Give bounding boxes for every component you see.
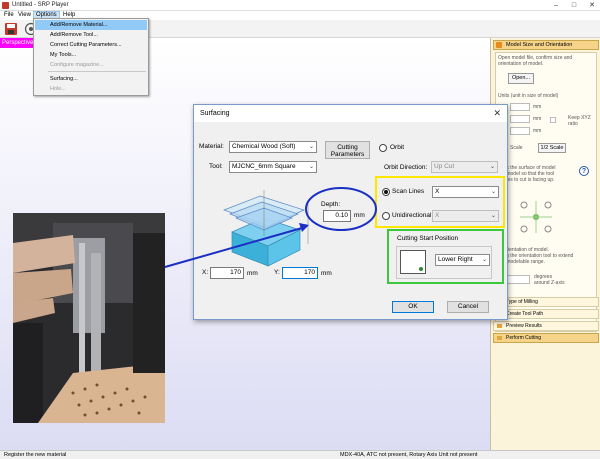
- menu-item-add-remove-tool[interactable]: Add/Remove Tool...: [35, 30, 147, 40]
- workpiece-diagram-icon: [223, 190, 309, 267]
- cancel-button[interactable]: Cancel: [447, 301, 489, 313]
- material-label: Material:: [199, 143, 224, 150]
- section-create-tool-path[interactable]: Create Tool Path: [493, 309, 599, 319]
- section-type-of-milling[interactable]: Type of Milling: [493, 297, 599, 307]
- menu-item-my-tools[interactable]: My Tools...: [35, 50, 147, 60]
- window-title: Untitled - SRP Player: [12, 2, 69, 8]
- menu-item-correct-cutting-parameters[interactable]: Correct Cutting Parameters...: [35, 40, 147, 50]
- close-icon[interactable]: ✕: [493, 109, 501, 118]
- size-z-field[interactable]: [510, 127, 530, 135]
- menu-file[interactable]: File: [2, 11, 16, 20]
- cutting-parameters-line-1: Cutting: [337, 144, 358, 151]
- orbit-direction-value: Up Cut: [434, 163, 455, 170]
- x-label: X:: [202, 269, 209, 276]
- menu-item-surfacing[interactable]: Surfacing...: [35, 74, 147, 84]
- y-unit: mm: [321, 270, 332, 277]
- open-button[interactable]: Open...: [508, 73, 534, 84]
- x-size-input[interactable]: 170: [210, 267, 244, 279]
- y-label: Y:: [274, 269, 280, 276]
- chevron-down-icon: ⌄: [308, 144, 314, 150]
- menu-item-hole[interactable]: Hole...: [35, 84, 147, 94]
- help-icon[interactable]: ?: [579, 166, 589, 176]
- depth-input[interactable]: 0.10: [323, 210, 351, 222]
- menu-view[interactable]: View: [16, 11, 33, 20]
- orbit-direction-select[interactable]: Up Cut ⌄: [431, 161, 498, 173]
- tool-value: MJCNC_6mm Square: [232, 163, 296, 170]
- minimize-icon[interactable]: –: [548, 0, 564, 11]
- orientation-tool-icon[interactable]: [516, 197, 556, 237]
- chevron-down-icon: ⌄: [308, 164, 314, 170]
- half-scale-button[interactable]: 1/2 Scale: [538, 143, 566, 153]
- material-value: Chemical Wood (Soft): [232, 143, 296, 150]
- save-icon[interactable]: [4, 22, 18, 36]
- model-size-header[interactable]: Model Size and Orientation: [493, 40, 599, 50]
- orbit-radio[interactable]: [379, 144, 387, 152]
- keep-ratio-checkbox[interactable]: [550, 117, 556, 123]
- section-perform-cutting[interactable]: Perform Cutting: [493, 333, 599, 343]
- app-icon: [2, 2, 9, 9]
- status-bar: Register the new material MDX-40A, ATC n…: [0, 450, 600, 459]
- cutting-start-highlight: [387, 229, 504, 284]
- orbit-direction-label: Orbit Direction:: [384, 164, 428, 171]
- depth-unit: mm: [354, 212, 365, 219]
- section-preview-results[interactable]: Preview Results: [493, 321, 599, 331]
- maximize-icon[interactable]: □: [566, 0, 582, 11]
- size-caption: Units (unit in size of model): [498, 93, 559, 99]
- menu-item-add-remove-material[interactable]: Add/Remove Material...: [35, 20, 147, 30]
- orbit-label: Orbit: [390, 144, 405, 151]
- depth-label: Depth:: [321, 201, 341, 208]
- intro-line-2: orientation of model.: [498, 61, 544, 67]
- chevron-down-icon: ⌄: [489, 164, 495, 170]
- status-right: MDX-40A, ATC not present, Rotary Axis Un…: [340, 452, 478, 458]
- material-select[interactable]: Chemical Wood (Soft) ⌄: [229, 141, 317, 153]
- size-x-unit: mm: [533, 104, 542, 110]
- scale-label: Scale: [510, 145, 523, 151]
- title-bar: Untitled - SRP Player – □ ✕: [0, 0, 600, 11]
- dialog-title: Surfacing: [194, 105, 507, 122]
- degrees-line-2: around Z-axis: [534, 280, 565, 286]
- tool-label: Tool:: [209, 163, 223, 170]
- menu-item-configure-magazine[interactable]: Configure magazine...: [35, 60, 147, 70]
- cutting-parameters-button[interactable]: Cutting Parameters: [325, 141, 370, 159]
- x-unit: mm: [247, 270, 258, 277]
- y-size-input[interactable]: 170: [282, 267, 318, 279]
- tool-select[interactable]: MJCNC_6mm Square ⌄: [229, 161, 317, 173]
- size-y-field[interactable]: [510, 115, 530, 123]
- menu-separator: [48, 71, 146, 72]
- model-size-section: Open model file, confirm size and orient…: [495, 52, 597, 332]
- size-x-field[interactable]: [510, 103, 530, 111]
- options-menu: Add/Remove Material... Add/Remove Tool..…: [33, 18, 149, 96]
- keep-ratio-line-2: ratio: [568, 121, 578, 127]
- machine-photo: [13, 213, 165, 423]
- size-y-unit: mm: [533, 116, 542, 122]
- scan-lines-highlight: [375, 176, 505, 228]
- rotation-degrees-field[interactable]: [506, 275, 530, 284]
- close-icon[interactable]: ✕: [584, 0, 600, 11]
- status-left: Register the new material: [4, 452, 67, 458]
- ok-button[interactable]: OK: [392, 301, 434, 313]
- cutting-parameters-line-2: Parameters: [330, 151, 365, 158]
- size-z-unit: mm: [533, 128, 542, 134]
